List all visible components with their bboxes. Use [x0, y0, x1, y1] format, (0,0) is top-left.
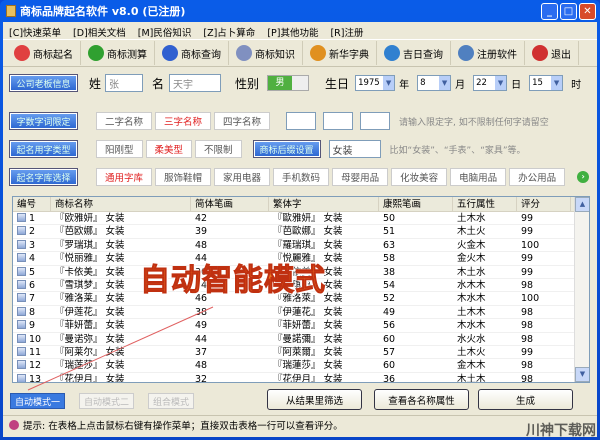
annotation-line — [27, 306, 214, 391]
view-attributes-button[interactable]: 查看各名称属性 — [374, 389, 469, 410]
filter-results-button[interactable]: 从结果里筛选 — [267, 389, 362, 410]
close-button[interactable]: ✕ — [579, 3, 596, 20]
minimize-button[interactable]: _ — [541, 3, 558, 20]
maximize-button[interactable]: □ — [560, 3, 577, 20]
status-text: 提示: 在表格上点击鼠标右键有操作菜单；直接双击表格一行可以查看评分。 — [23, 420, 343, 432]
status-bar: 提示: 在表格上点击鼠标右键有操作菜单；直接双击表格一行可以查看评分。 — [3, 415, 597, 433]
mode-button[interactable]: 自动模式二 — [79, 393, 135, 409]
app-icon — [6, 5, 16, 17]
watermark: 川神下载网 — [526, 423, 596, 439]
mode-button[interactable]: 自动模式一 — [10, 393, 66, 409]
window-title: 商标品牌起名软件 v8.0 (已注册) — [20, 5, 186, 18]
generate-button[interactable]: 生成 — [478, 389, 573, 410]
mode-button[interactable]: 组合模式 — [148, 393, 195, 409]
title-bar: 商标品牌起名软件 v8.0 (已注册) _ □ ✕ — [0, 0, 600, 22]
book-icon — [9, 419, 19, 430]
overlay-caption: 自动智能模式 — [140, 263, 326, 299]
main-window: 商标品牌起名软件 v8.0 (已注册) _ □ ✕ [C]快速菜单 [D]相关文档… — [0, 0, 600, 440]
